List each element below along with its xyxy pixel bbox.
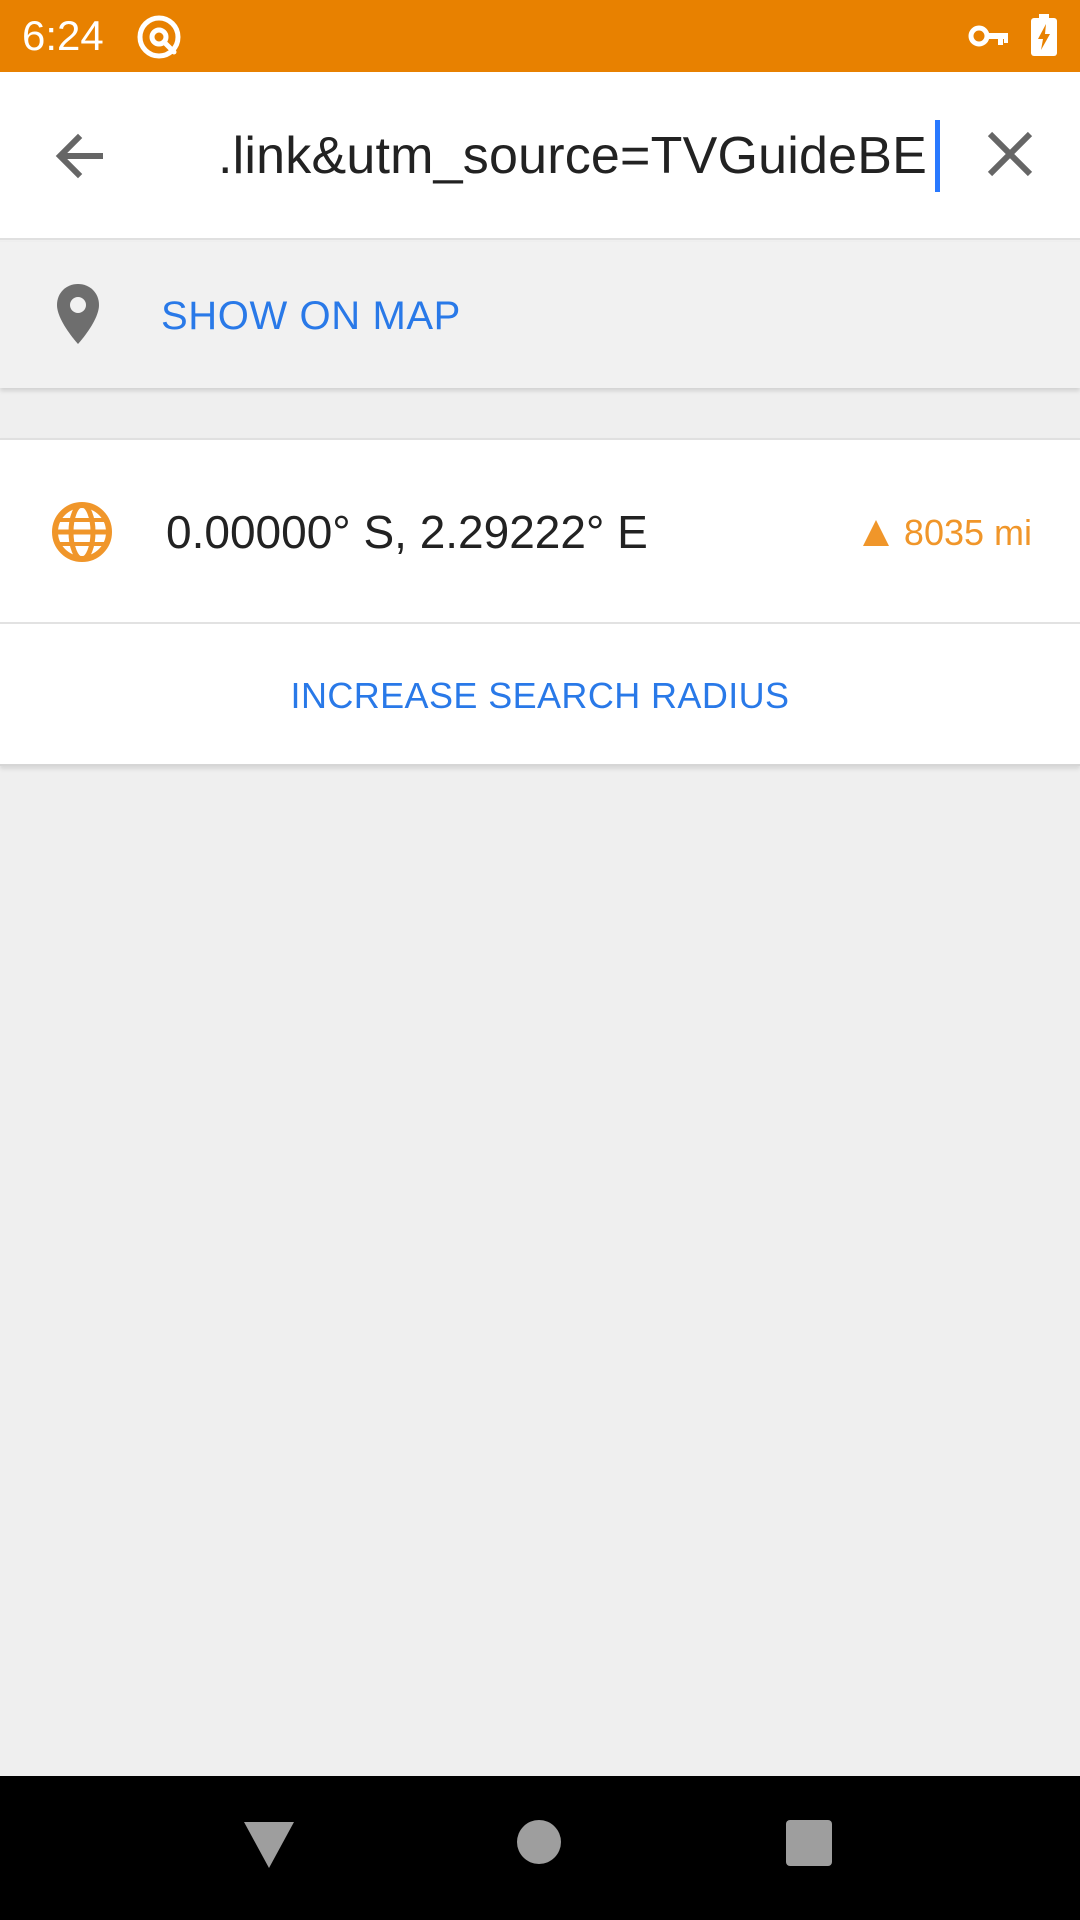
app-notification-icon: [137, 15, 181, 59]
screen: 6:24 .link&utm_source=TVGuideBE SHOW ON …: [0, 0, 1080, 1920]
show-on-map-button[interactable]: SHOW ON MAP: [0, 242, 1080, 388]
result-card: 0.00000° S, 2.29222° E 8035 mi INCREASE …: [0, 438, 1080, 766]
distance-text: 8035 mi: [903, 512, 1032, 553]
nav-recents-icon[interactable]: [786, 1820, 832, 1866]
navigation-bar: [0, 1776, 1080, 1920]
search-bar: .link&utm_source=TVGuideBE: [0, 72, 1080, 240]
status-time: 6:24: [22, 12, 104, 59]
search-input-value[interactable]: .link&utm_source=TVGuideBE: [218, 120, 927, 192]
distance-badge: 8035 mi: [862, 510, 1032, 556]
nav-back-icon[interactable]: [242, 1820, 296, 1870]
direction-arrow-icon: [862, 520, 889, 546]
coordinates-text: 0.00000° S, 2.29222° E: [166, 506, 648, 558]
globe-icon: [52, 502, 112, 562]
close-icon[interactable]: [984, 128, 1036, 180]
status-bar: 6:24: [0, 0, 1080, 72]
vpn-key-icon: [968, 25, 1008, 47]
result-row[interactable]: 0.00000° S, 2.29222° E 8035 mi: [0, 440, 1080, 622]
increase-search-radius-label: INCREASE SEARCH RADIUS: [290, 675, 790, 716]
show-on-map-label: SHOW ON MAP: [161, 294, 461, 338]
search-input[interactable]: .link&utm_source=TVGuideBE: [190, 120, 940, 192]
battery-charging-icon: [1031, 14, 1057, 56]
nav-home-icon[interactable]: [517, 1820, 561, 1864]
map-pin-icon: [57, 284, 99, 344]
increase-search-radius-button[interactable]: INCREASE SEARCH RADIUS: [0, 624, 1080, 768]
text-cursor: [935, 120, 940, 192]
back-arrow-icon[interactable]: [48, 124, 112, 188]
